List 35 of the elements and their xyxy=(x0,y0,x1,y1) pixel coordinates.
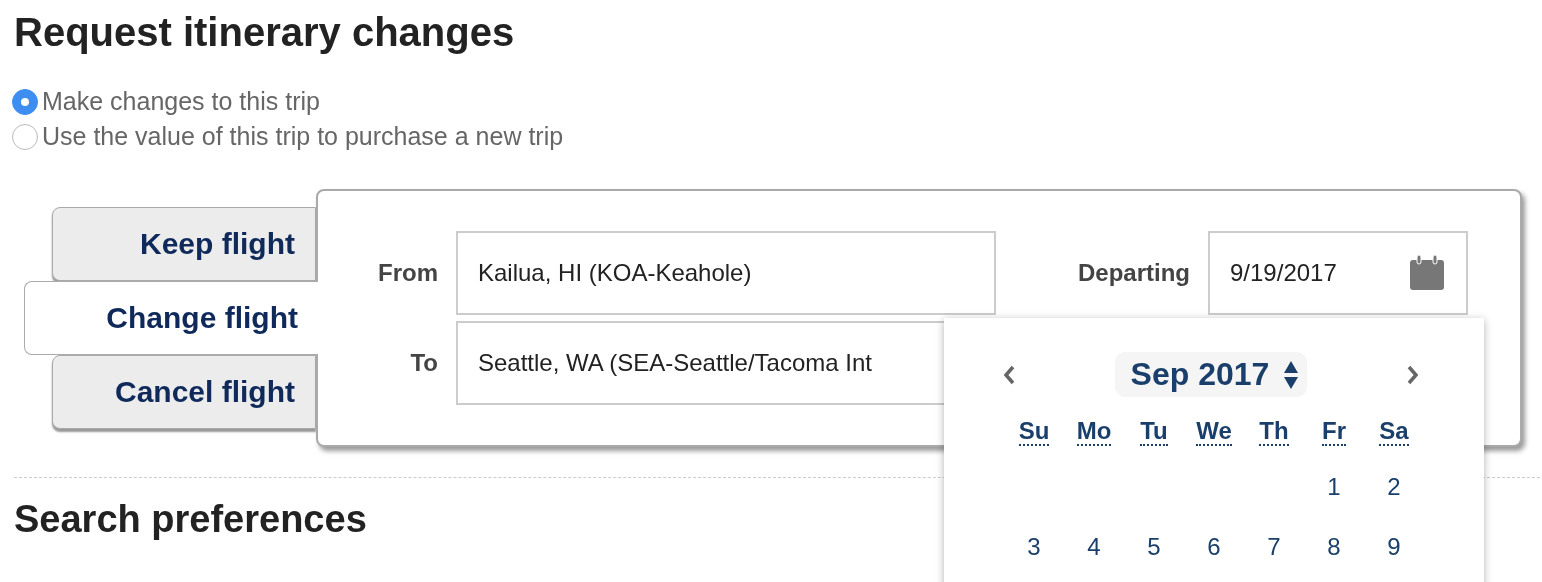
previous-month-icon[interactable] xyxy=(1002,363,1016,386)
calendar-day[interactable]: 8 xyxy=(1304,517,1364,577)
weekday-label: Mo xyxy=(1076,417,1112,446)
weekday-label: Fr xyxy=(1322,417,1346,446)
next-month-icon[interactable] xyxy=(1406,363,1420,386)
month-select[interactable]: Sep 2017 xyxy=(1114,352,1308,397)
field-label: From xyxy=(377,259,439,287)
radio-button[interactable] xyxy=(12,123,38,150)
calendar-icon xyxy=(1408,254,1446,292)
calendar-day[interactable]: 9 xyxy=(1364,517,1424,577)
flight-tab[interactable]: Change flight xyxy=(24,281,318,355)
calendar-day[interactable]: 6 xyxy=(1184,517,1244,577)
weekday-label: Th xyxy=(1259,417,1289,446)
option-label[interactable]: Use the value of this trip to purchase a new trip xyxy=(42,122,564,151)
weekday-label: Sa xyxy=(1379,417,1409,446)
calendar-day[interactable]: 5 xyxy=(1124,517,1184,577)
calendar-day[interactable]: 2 xyxy=(1364,457,1424,517)
option-label[interactable]: Make changes to this trip xyxy=(42,87,320,116)
weekday-label: Tu xyxy=(1140,417,1168,446)
field-label: To xyxy=(409,349,439,377)
date-field[interactable]: 9/19/2017 xyxy=(1208,231,1468,315)
weekday-label: Su xyxy=(1018,417,1050,446)
calendar-day[interactable]: 3 xyxy=(1004,517,1064,577)
sort-arrows-icon xyxy=(1283,359,1300,390)
input-field[interactable]: Kailua, HI (KOA-Keahole) xyxy=(456,231,996,315)
calendar-day[interactable]: 4 xyxy=(1064,517,1124,577)
calendar-day[interactable]: 7 xyxy=(1244,517,1304,577)
flight-tab[interactable]: Keep flight xyxy=(52,207,316,281)
calendar-day[interactable]: 1 xyxy=(1304,457,1364,517)
weekday-label: We xyxy=(1196,417,1232,446)
radio-button[interactable] xyxy=(12,88,38,115)
page-title: Request itinerary changes xyxy=(14,10,515,55)
section-title: Search preferences xyxy=(14,498,367,541)
flight-tab[interactable]: Cancel flight xyxy=(52,355,316,429)
field-label: Departing xyxy=(1077,259,1191,287)
